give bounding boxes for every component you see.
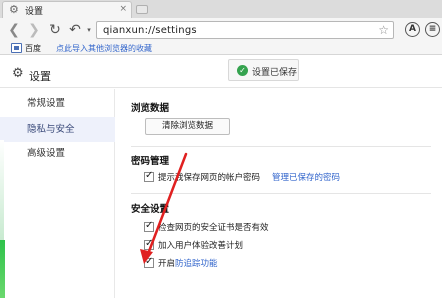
bookmark-baidu[interactable]: 百度 bbox=[25, 43, 41, 54]
new-tab-button[interactable] bbox=[136, 5, 148, 14]
anti-tracking-highlight: 防追踪功能 bbox=[175, 259, 218, 269]
star-icon[interactable]: ☆ bbox=[378, 23, 389, 37]
menu-icon[interactable]: ≡ bbox=[425, 22, 440, 37]
ux-plan-checkbox[interactable] bbox=[144, 238, 154, 250]
saved-toast: ✓ 设置已保存 bbox=[228, 59, 299, 81]
divider bbox=[131, 193, 431, 194]
check-icon: ✓ bbox=[237, 65, 248, 76]
sidebar-item-general[interactable]: 常规设置 bbox=[0, 91, 115, 116]
toast-message: 设置已保存 bbox=[252, 68, 298, 78]
section-title-browsing: 浏览数据 bbox=[131, 103, 170, 114]
tab-settings[interactable]: ⚙ 设置 × bbox=[2, 1, 132, 18]
sidebar-item-privacy[interactable]: 隐私与安全 bbox=[0, 117, 115, 142]
anti-tracking-prefix: 开启 bbox=[158, 259, 176, 269]
sidebar-item-advanced[interactable]: 高级设置 bbox=[0, 141, 115, 166]
address-bar[interactable]: qianxun://settings ☆ bbox=[96, 21, 394, 39]
clear-browsing-data-button[interactable]: 清除浏览数据 bbox=[145, 118, 230, 135]
settings-header: ⚙ 设置 ✓ 设置已保存 bbox=[0, 56, 442, 88]
window-edge-strip bbox=[0, 240, 5, 298]
forward-icon[interactable]: ❯ bbox=[26, 22, 42, 38]
tab-title: 设置 bbox=[25, 6, 44, 17]
title-bar: ⚙ 设置 × bbox=[0, 0, 442, 18]
reload-icon[interactable]: ↻ bbox=[47, 22, 63, 38]
cert-check-option[interactable]: 检查网页的安全证书是否有效 bbox=[144, 220, 269, 233]
ux-plan-label: 加入用户体验改善计划 bbox=[158, 239, 243, 251]
ux-plan-label-text: 加入用户体验改善计划 bbox=[158, 241, 244, 251]
chevron-down-icon[interactable]: ▾ bbox=[81, 22, 97, 38]
cert-check-label: 检查网页的安全证书是否有效 bbox=[158, 223, 269, 233]
divider bbox=[131, 146, 431, 147]
url-text: qianxun://settings bbox=[103, 25, 197, 36]
window-edge-decoration bbox=[0, 140, 4, 240]
save-password-option[interactable]: 提示我保存网页的帐户密码 管理已保存的密码 bbox=[144, 170, 340, 183]
save-password-label: 提示我保存网页的帐户密码 bbox=[158, 173, 261, 183]
ux-plan-option[interactable]: 加入用户体验改善计划 bbox=[144, 238, 243, 251]
settings-sidebar: 常规设置 隐私与安全 高级设置 bbox=[0, 89, 115, 298]
bookmarks-bar: 百度 点此导入其他浏览器的收藏 bbox=[0, 42, 442, 55]
manage-passwords-link[interactable]: 管理已保存的密码 bbox=[272, 171, 340, 183]
page-title: 设置 bbox=[29, 70, 51, 83]
settings-content: 浏览数据 清除浏览数据 密码管理 提示我保存网页的帐户密码 管理已保存的密码 安… bbox=[116, 89, 442, 298]
close-tab-icon[interactable]: × bbox=[119, 4, 127, 14]
account-icon[interactable]: A bbox=[405, 22, 420, 37]
gear-icon: ⚙ bbox=[9, 3, 19, 16]
anti-tracking-checkbox[interactable] bbox=[144, 256, 154, 268]
toolbar: ❮ ❯ ↻ ↶ ▾ qianxun://settings ☆ A ≡ bbox=[0, 18, 442, 42]
section-title-security: 安全设置 bbox=[131, 204, 170, 215]
anti-tracking-option[interactable]: 开启防追踪功能 bbox=[144, 256, 218, 269]
anti-tracking-label: 开启防追踪功能 bbox=[158, 257, 218, 269]
gear-icon: ⚙ bbox=[12, 66, 24, 81]
import-bookmarks-link[interactable]: 点此导入其他浏览器的收藏 bbox=[56, 43, 152, 54]
section-title-passwords: 密码管理 bbox=[131, 156, 170, 167]
cert-check-checkbox[interactable] bbox=[144, 220, 154, 232]
back-icon[interactable]: ❮ bbox=[6, 22, 22, 38]
save-password-checkbox[interactable] bbox=[144, 170, 154, 182]
bookmark-icon bbox=[11, 43, 22, 53]
